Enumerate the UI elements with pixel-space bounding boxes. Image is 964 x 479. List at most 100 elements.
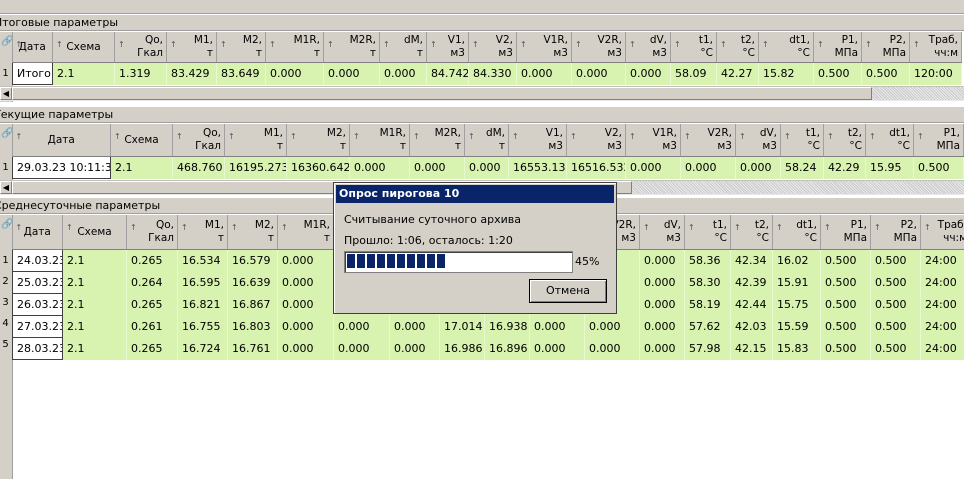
table-cell[interactable]: 0.000	[389, 337, 440, 360]
table-cell[interactable]: 0.261	[126, 315, 178, 338]
table-cell[interactable]: 16.761	[227, 337, 278, 360]
table-cell[interactable]: 0.000	[639, 293, 685, 316]
table-cell[interactable]: 0.000	[735, 156, 781, 179]
scroll-thumb[interactable]	[12, 87, 872, 100]
column-header[interactable]: ↑ M1, т	[224, 124, 287, 157]
date-cell[interactable]: 25.03.23	[12, 271, 63, 294]
cancel-button[interactable]: Отмена	[529, 279, 607, 303]
table-cell[interactable]: 0.000	[277, 249, 334, 272]
table-cell[interactable]: 57.98	[684, 337, 731, 360]
column-header[interactable]: ↑ P2, МПа	[870, 215, 921, 250]
column-header[interactable]: ↑ M2, т	[286, 124, 350, 157]
table-cell[interactable]: 15.82	[758, 62, 814, 85]
table-cell[interactable]: 16516.532	[566, 156, 626, 179]
table-cell[interactable]: 0.264	[126, 271, 178, 294]
table-cell[interactable]: 0.500	[820, 249, 871, 272]
table-cell[interactable]: 42.39	[730, 271, 773, 294]
table-cell[interactable]: 42.34	[730, 249, 773, 272]
column-header[interactable]: ↑ M1R, т	[277, 215, 334, 250]
table-cell[interactable]: 0.000	[571, 62, 626, 85]
table-cell[interactable]: 0.000	[323, 62, 380, 85]
column-header[interactable]: ↑dM,т	[379, 32, 427, 63]
column-header[interactable]: ↑ Дата	[12, 124, 111, 157]
column-header[interactable]: ↑ M1R, т	[349, 124, 410, 157]
table-cell[interactable]: 24:00	[920, 249, 964, 272]
column-header[interactable]: ↑ dV, м3	[735, 124, 781, 157]
table-cell[interactable]: 83.649	[216, 62, 266, 85]
table-cell[interactable]: 17.014	[439, 315, 485, 338]
column-header[interactable]: ↑ t2, °C	[730, 215, 773, 250]
table-cell[interactable]: 0.000	[639, 271, 685, 294]
table-cell[interactable]: 0.000	[277, 271, 334, 294]
table-cell[interactable]: 0.500	[913, 156, 964, 179]
scroll-track[interactable]	[632, 181, 964, 194]
column-header[interactable]: ↑ M1, т	[177, 215, 228, 250]
totals-hscrollbar[interactable]: ◀	[0, 86, 964, 101]
table-cell[interactable]: 2.1	[52, 62, 115, 85]
table-cell[interactable]: 0.000	[464, 156, 509, 179]
column-header[interactable]: ↑ Дата	[12, 215, 63, 250]
scroll-left-icon[interactable]: ◀	[0, 181, 12, 194]
table-cell[interactable]: 16.821	[177, 293, 228, 316]
column-header[interactable]: ↑ V2R,м3	[680, 124, 736, 157]
column-header[interactable]: ↑ M1, т	[166, 32, 217, 63]
table-cell[interactable]: 0.500	[820, 315, 871, 338]
table-cell[interactable]: 0.000	[265, 62, 324, 85]
table-cell[interactable]: 42.29	[823, 156, 866, 179]
table-cell[interactable]: 15.75	[772, 293, 821, 316]
table-cell[interactable]: 2.1	[62, 271, 127, 294]
table-cell[interactable]: 58.09	[670, 62, 717, 85]
date-cell[interactable]: 27.03.23	[12, 315, 63, 338]
table-cell[interactable]: 16.896	[484, 337, 530, 360]
column-header[interactable]: ↑ V1R,м3	[516, 32, 572, 63]
table-cell[interactable]: 42.27	[716, 62, 759, 85]
table-cell[interactable]: 15.91	[772, 271, 821, 294]
table-cell[interactable]: 0.000	[277, 315, 334, 338]
table-cell[interactable]: 0.500	[820, 271, 871, 294]
table-cell[interactable]: 16.867	[227, 293, 278, 316]
column-header[interactable]: ↑ dt1, °C	[772, 215, 821, 250]
table-cell[interactable]: 24:00	[920, 337, 964, 360]
column-header[interactable]: ↑ V2R,м3	[571, 32, 626, 63]
column-header[interactable]: ↑Траб,чч:м	[920, 215, 964, 250]
table-cell[interactable]: 2.1	[62, 249, 127, 272]
column-header[interactable]: ↑ t1, °C	[780, 124, 824, 157]
table-cell[interactable]: 0.000	[277, 293, 334, 316]
table-cell[interactable]: 0.500	[870, 249, 921, 272]
table-cell[interactable]: 16.986	[439, 337, 485, 360]
column-header[interactable]: ↑ V2,м3	[566, 124, 626, 157]
date-cell[interactable]: 26.03.23	[12, 293, 63, 316]
column-header[interactable]: ↑V1,м3	[426, 32, 469, 63]
column-header[interactable]: ↑dM,т	[464, 124, 509, 157]
table-cell[interactable]: 0.500	[861, 62, 910, 85]
table-cell[interactable]: 16.639	[227, 271, 278, 294]
column-header[interactable]: ↑ t1, °C	[684, 215, 731, 250]
column-header[interactable]: ↑ M2, т	[216, 32, 266, 63]
column-header[interactable]: ↑ dt1, °C	[758, 32, 814, 63]
column-header[interactable]: ↑ M2, т	[227, 215, 278, 250]
table-cell[interactable]: 0.000	[349, 156, 410, 179]
column-header[interactable]: ↑ t2, °C	[823, 124, 866, 157]
table-cell[interactable]: 0.000	[639, 315, 685, 338]
column-header[interactable]: ↑ P2, МПа	[861, 32, 910, 63]
table-cell[interactable]: 2.1	[62, 315, 127, 338]
table-cell[interactable]: 1.319	[114, 62, 167, 85]
table-cell[interactable]: 0.000	[516, 62, 572, 85]
column-header[interactable]: ↑V1,м3	[508, 124, 567, 157]
column-header[interactable]: ↑ dV, м3	[639, 215, 685, 250]
table-cell[interactable]: 58.19	[684, 293, 731, 316]
table-cell[interactable]: 58.24	[780, 156, 824, 179]
table-cell[interactable]: 0.500	[813, 62, 862, 85]
table-cell[interactable]: 0.000	[277, 337, 334, 360]
table-cell[interactable]: 0.000	[379, 62, 427, 85]
table-cell[interactable]: 0.500	[870, 315, 921, 338]
column-header[interactable]: ↑ dt1, °C	[865, 124, 914, 157]
table-cell[interactable]: 15.95	[865, 156, 914, 179]
column-header[interactable]: ↑ t1, °C	[670, 32, 717, 63]
table-cell[interactable]: 2.1	[62, 293, 127, 316]
totals-grid[interactable]: 🔗 1 ↑ Дата ↑ Схема ↑ Qo, Гкал ↑ M1, т ↑ M2, т ↑ M1R, т ↑ M…	[0, 32, 964, 102]
column-header[interactable]: ↑ Дата	[12, 32, 53, 63]
table-cell[interactable]: 16.02	[772, 249, 821, 272]
column-header[interactable]: ↑ dV, м3	[625, 32, 671, 63]
table-cell[interactable]: 16553.133	[508, 156, 567, 179]
